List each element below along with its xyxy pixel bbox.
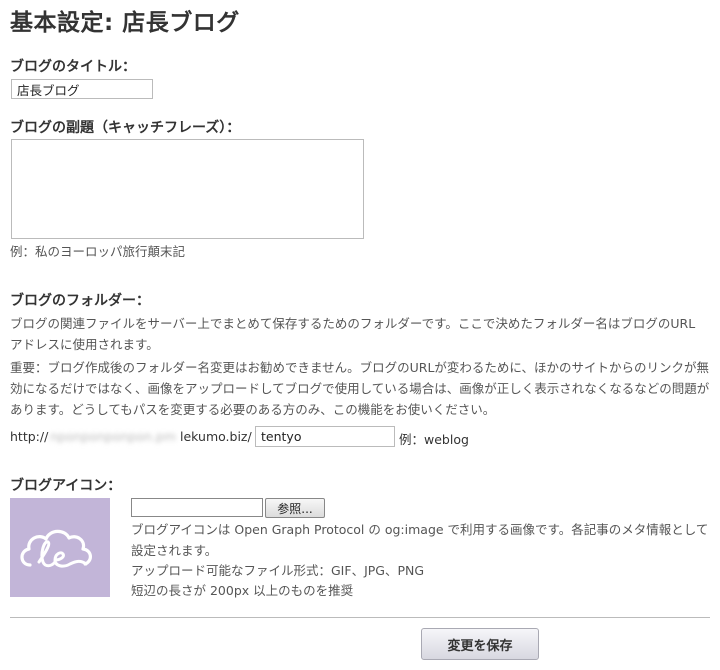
subtitle-example-text: 例：私のヨーロッパ旅行顛末記 <box>10 244 186 259</box>
save-changes-button[interactable]: 変更を保存 <box>421 628 539 660</box>
folder-warning-text: 重要：ブログ作成後のフォルダー名変更はお勧めできません。ブログのURLが変わるた… <box>10 360 710 417</box>
icon-description-text: ブログアイコンは Open Graph Protocol の og:image … <box>131 522 709 558</box>
folder-description-text: ブログの関連ファイルをサーバー上でまとめて保存するためのフォルダーです。ここで決… <box>10 316 696 352</box>
blog-basic-settings-page: 基本設定: 店長ブログ ブログのタイトル： ブログの副題（キャッチフレーズ）： … <box>0 0 720 670</box>
blog-folder-label: ブログのフォルダー： <box>10 293 150 309</box>
blog-title-label: ブログのタイトル： <box>10 59 136 75</box>
blog-subtitle-textarea[interactable] <box>11 139 364 239</box>
blog-icon-preview <box>10 498 110 597</box>
cloud-le-logo-icon <box>20 529 92 568</box>
url-blurred-subdomain: nponponponpon.pm <box>50 429 177 444</box>
page-title: 基本設定: 店長ブログ <box>10 10 240 36</box>
section-divider <box>10 617 710 618</box>
url-domain: lekumo.biz/ <box>180 429 252 444</box>
icon-size-note-text: 短辺の長さが 200px 以上のものを推奨 <box>131 583 354 598</box>
icon-file-input[interactable] <box>131 498 263 517</box>
blog-title-input[interactable] <box>11 79 153 99</box>
blog-subtitle-label: ブログの副題（キャッチフレーズ）： <box>10 120 241 136</box>
browse-button[interactable]: 参照... <box>265 498 325 518</box>
folder-example-text: 例：weblog <box>399 432 469 447</box>
folder-name-input[interactable] <box>255 426 395 447</box>
blog-icon-label: ブログアイコン： <box>10 478 122 494</box>
url-prefix: http:// <box>10 429 49 444</box>
icon-formats-text: アップロード可能なファイル形式：GIF、JPG、PNG <box>131 563 425 578</box>
